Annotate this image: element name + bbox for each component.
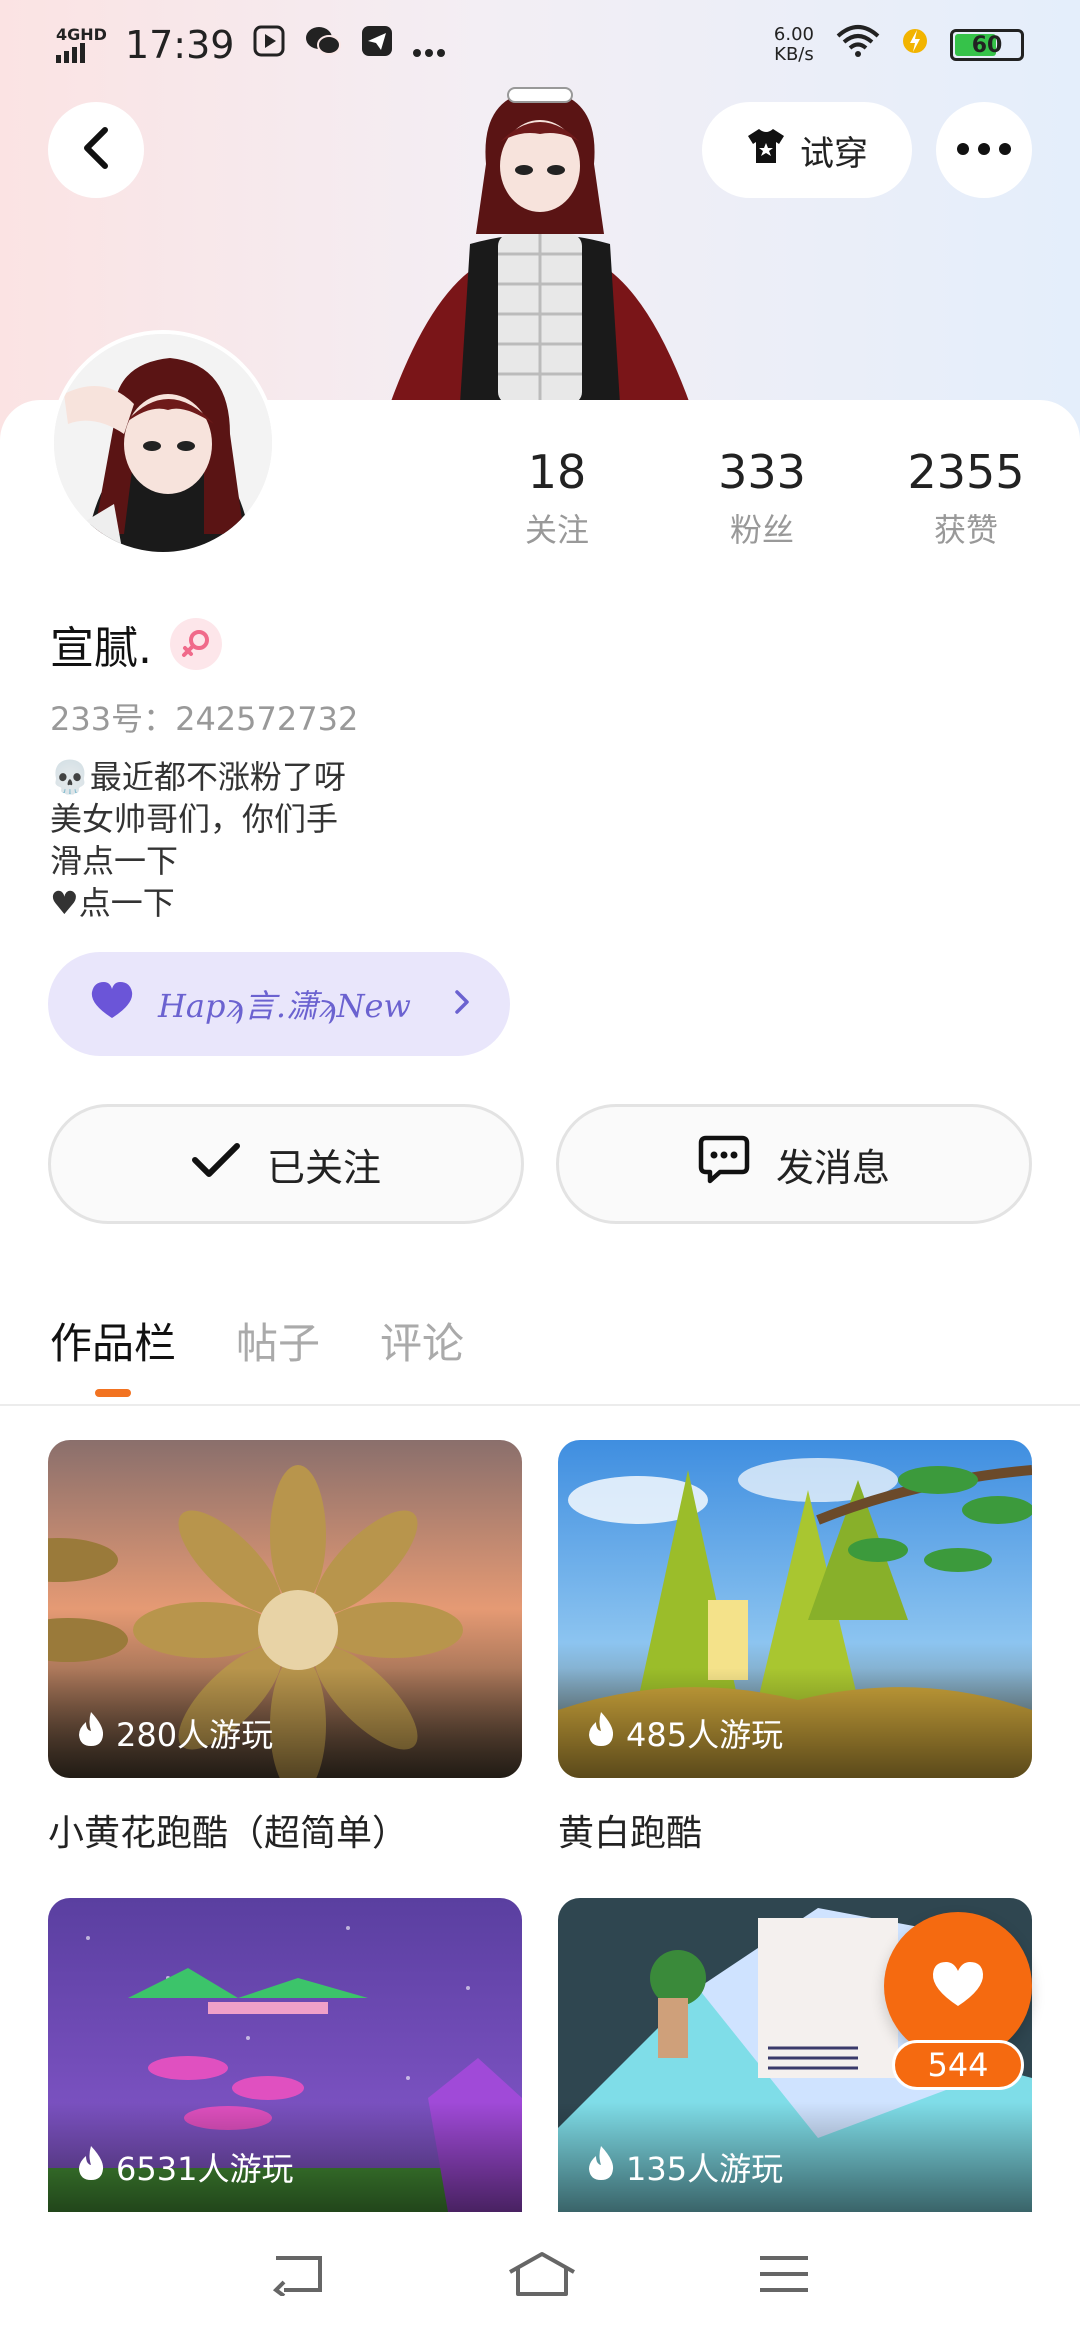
clock: 17:39 (124, 23, 235, 67)
more-dots-icon (956, 141, 1012, 160)
followed-button[interactable]: 已关注 (48, 1104, 524, 1224)
followed-label: 已关注 (266, 1145, 381, 1190)
stat-following[interactable]: 18 关注 (457, 445, 657, 551)
heart-icon (88, 980, 136, 1028)
female-icon (170, 618, 222, 670)
flame-icon (76, 1710, 106, 1756)
chevron-right-icon (454, 984, 470, 1024)
chat-bubble-icon (698, 1135, 750, 1194)
clan-badge[interactable]: Hapϡ言.潇ϡNew (48, 952, 510, 1056)
back-button[interactable] (48, 102, 144, 198)
game-card[interactable]: 485人游玩 黄白跑酷 (558, 1440, 1032, 1856)
send-message-button[interactable]: 发消息 (556, 1104, 1032, 1224)
tab-divider (0, 1404, 1080, 1406)
system-nav-bar (0, 2212, 1080, 2340)
play-count: 485人游玩 (586, 1710, 783, 1756)
charging-icon (902, 23, 928, 67)
menu-nav-icon[interactable] (758, 2254, 810, 2298)
game-card[interactable]: 280人游玩 小黄花跑酷（超简单） (48, 1440, 522, 1856)
network-speed: 6.00 KB/s (773, 24, 814, 65)
stat-followers[interactable]: 333 粉丝 (662, 445, 862, 551)
heart-icon (929, 1959, 987, 2013)
message-label: 发消息 (775, 1145, 890, 1190)
tab-posts[interactable]: 帖子 (236, 1310, 320, 1397)
game-thumbnail: 6531人游玩 (48, 1898, 522, 2212)
flame-icon (76, 2144, 106, 2190)
game-thumbnail: 485人游玩 (558, 1440, 1032, 1778)
user-id: 233号：242572732 (50, 700, 359, 738)
check-icon (191, 1141, 241, 1188)
wifi-icon (836, 23, 880, 67)
user-avatar[interactable] (50, 330, 276, 556)
battery-indicator: 60 (950, 29, 1024, 61)
more-notifications-icon (412, 23, 446, 67)
clan-name: Hapϡ言.潇ϡNew (158, 987, 411, 1025)
likes-count: 2355 (907, 445, 1025, 499)
play-count: 135人游玩 (586, 2144, 783, 2190)
like-button[interactable] (884, 1912, 1032, 2060)
flame-icon (586, 1710, 616, 1756)
tab-works[interactable]: 作品栏 (50, 1310, 176, 1397)
telegram-icon (360, 23, 394, 67)
likes-label: 获赞 (933, 511, 998, 549)
name-row: 宣腻. (50, 612, 222, 676)
back-arrow-icon (81, 126, 111, 174)
network-indicator: 4GHD (56, 27, 107, 63)
flame-icon (586, 2144, 616, 2190)
followers-count: 333 (718, 445, 806, 499)
tshirt-icon (746, 127, 786, 174)
user-bio: 💀最近都不涨粉了呀 美女帅哥们，你们手 滑点一下 ♥点一下 (50, 758, 346, 922)
game-title: 小黄花跑酷（超简单） (48, 1813, 409, 1854)
following-label: 关注 (524, 511, 589, 549)
home-nav-icon[interactable] (506, 2250, 578, 2302)
game-thumbnail: 280人游玩 (48, 1440, 522, 1778)
status-bar: 4GHD 17:39 6.00 KB/s 60 (0, 0, 1080, 90)
try-on-button[interactable]: 试穿 (702, 102, 912, 198)
content-tabs: 作品栏 帖子 评论 (50, 1310, 464, 1397)
followers-label: 粉丝 (729, 511, 794, 549)
following-count: 18 (527, 445, 587, 499)
stat-likes[interactable]: 2355 获赞 (866, 445, 1066, 551)
user-name: 宣腻. (50, 623, 152, 674)
like-count-badge: 544 (892, 2040, 1024, 2090)
game-card[interactable]: 6531人游玩 (48, 1898, 522, 2212)
more-options-button[interactable] (936, 102, 1032, 198)
play-icon (252, 23, 286, 67)
try-on-label: 试穿 (800, 133, 868, 174)
avatar-3d-figure (390, 84, 690, 404)
play-count: 280人游玩 (76, 1710, 273, 1756)
play-count: 6531人游玩 (76, 2144, 293, 2190)
game-title: 黄白跑酷 (558, 1813, 703, 1854)
back-nav-icon[interactable] (270, 2252, 326, 2300)
wechat-icon (304, 23, 342, 67)
tab-comments[interactable]: 评论 (380, 1310, 464, 1397)
